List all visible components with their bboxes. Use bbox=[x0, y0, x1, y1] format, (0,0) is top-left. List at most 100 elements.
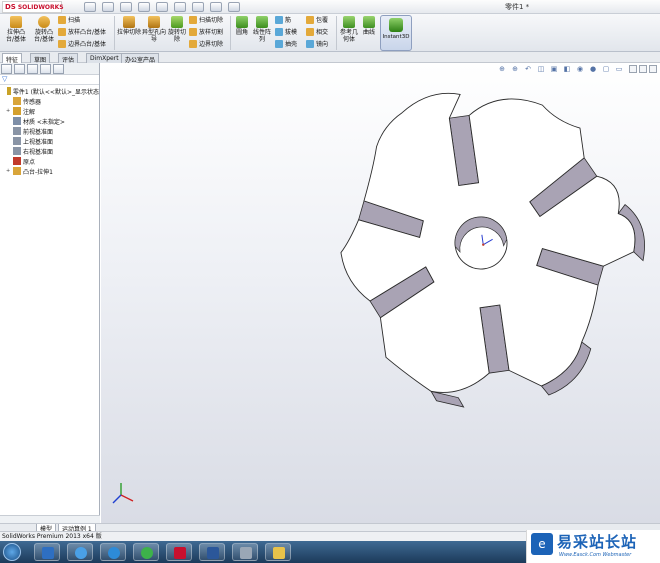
intersect-button[interactable]: 相交 bbox=[306, 28, 328, 36]
plane-icon bbox=[13, 127, 21, 135]
ribbon-separator bbox=[230, 16, 231, 50]
tree-item[interactable]: + 注解 bbox=[0, 106, 99, 116]
quick-access-toolbar bbox=[84, 2, 240, 12]
curves-button[interactable]: 曲线 bbox=[360, 16, 378, 36]
lofted-cut-button[interactable]: 放样切割 bbox=[189, 28, 223, 36]
revolve-cut-icon bbox=[171, 16, 183, 28]
configuration-manager-tab-icon[interactable] bbox=[27, 64, 38, 74]
title-bar: DS SOLIDWORKS 零件1 * bbox=[0, 0, 660, 14]
tree-item[interactable]: 上视基准面 bbox=[0, 136, 99, 146]
wrap-icon bbox=[306, 16, 314, 24]
revolved-boss-button[interactable]: 旋转凸台/基体 bbox=[31, 16, 57, 43]
tab-office-products[interactable]: 办公室产品 bbox=[121, 53, 160, 64]
save-icon[interactable] bbox=[120, 2, 132, 12]
solidworks-logo[interactable]: DS SOLIDWORKS bbox=[2, 1, 64, 13]
intersect-icon bbox=[306, 28, 314, 36]
tree-item-label: 传感器 bbox=[23, 98, 42, 106]
rebuild-icon[interactable] bbox=[192, 2, 204, 12]
wrap-label: 包覆 bbox=[316, 16, 329, 24]
taskbar-tools[interactable] bbox=[232, 543, 258, 561]
taskbar-media[interactable] bbox=[100, 543, 126, 561]
taskbar-explorer[interactable] bbox=[265, 543, 291, 561]
expand-toggle-icon[interactable]: + bbox=[6, 168, 11, 174]
dimxpert-manager-tab-icon[interactable] bbox=[40, 64, 51, 74]
feature-manager-tab-icon[interactable] bbox=[1, 64, 12, 74]
tab-evaluate[interactable]: 评估 bbox=[58, 53, 79, 64]
revolved-cut-button[interactable]: 旋转切除 bbox=[166, 16, 188, 43]
tree-item[interactable]: 零件1 (默认<<默认>_显示状态 bbox=[0, 86, 99, 96]
instant3d-icon bbox=[389, 18, 403, 32]
wrap-button[interactable]: 包覆 bbox=[306, 16, 328, 24]
boundary-boss-button[interactable]: 边界凸台/基体 bbox=[58, 40, 106, 48]
mirror-icon bbox=[306, 40, 314, 48]
options-icon[interactable] bbox=[228, 2, 240, 12]
mirror-button[interactable]: 镜向 bbox=[306, 40, 328, 48]
lofted-cut-icon bbox=[189, 28, 197, 36]
loft-boss-button[interactable]: 放样凸台/基体 bbox=[58, 28, 106, 36]
status-text: SolidWorks Premium 2013 x64 版 bbox=[2, 533, 102, 540]
boundary-cut-button[interactable]: 边界切除 bbox=[189, 40, 223, 48]
file-properties-icon[interactable] bbox=[210, 2, 222, 12]
extruded-cut-button[interactable]: 拉伸切除 bbox=[117, 16, 141, 36]
fillet-button[interactable]: 圆角 bbox=[233, 16, 251, 36]
taskbar-media-player[interactable] bbox=[34, 543, 60, 561]
hole-wizard-button[interactable]: 异型孔向导 bbox=[142, 16, 166, 43]
property-manager-tab-icon[interactable] bbox=[14, 64, 25, 74]
swept-cut-button[interactable]: 扫描切除 bbox=[189, 16, 223, 24]
extrude-cut-icon bbox=[123, 16, 135, 28]
taskbar-word[interactable] bbox=[199, 543, 225, 561]
rib-button[interactable]: 筋 bbox=[275, 16, 291, 24]
taskbar-browser[interactable] bbox=[133, 543, 159, 561]
tree-item[interactable]: 原点 bbox=[0, 156, 99, 166]
reference-geometry-button[interactable]: 参考几何体 bbox=[339, 16, 359, 43]
folder-icon bbox=[273, 547, 285, 559]
loft-icon bbox=[58, 28, 66, 36]
extruded-part[interactable] bbox=[321, 69, 660, 421]
display-manager-tab-icon[interactable] bbox=[53, 64, 64, 74]
model-canvas[interactable] bbox=[101, 63, 660, 523]
filter-icon[interactable]: ▽ bbox=[0, 75, 99, 85]
select-arrow-icon[interactable] bbox=[174, 2, 186, 12]
linear-pattern-button[interactable]: 线性阵列 bbox=[252, 16, 272, 43]
extruded-boss-label: 拉伸凸台/基体 bbox=[5, 29, 27, 43]
start-button[interactable] bbox=[3, 543, 21, 561]
rib-icon bbox=[275, 16, 283, 24]
print-icon[interactable] bbox=[138, 2, 150, 12]
tree-item[interactable]: + 凸台-拉伸1 bbox=[0, 166, 99, 176]
part-icon bbox=[6, 87, 11, 95]
reference-geometry-label: 参考几何体 bbox=[339, 29, 358, 43]
extruded-boss-button[interactable]: 拉伸凸台/基体 bbox=[3, 16, 29, 43]
boundary-cut-label: 边界切除 bbox=[199, 40, 224, 48]
panel-scroll-area[interactable] bbox=[0, 515, 100, 523]
reference-geometry-icon bbox=[343, 16, 355, 28]
draft-button[interactable]: 拔模 bbox=[275, 28, 297, 36]
tree-item[interactable]: 前视基准面 bbox=[0, 126, 99, 136]
taskbar-solidworks[interactable] bbox=[166, 543, 192, 561]
instant3d-button[interactable]: Instant3D bbox=[380, 15, 412, 51]
expand-toggle-icon[interactable]: + bbox=[6, 108, 11, 114]
tab-dimxpert[interactable]: DimXpert bbox=[86, 53, 123, 63]
tree-item[interactable]: 右视基准面 bbox=[0, 146, 99, 156]
graphics-area[interactable]: ⊕ ⊕ ↶ ◫ ▣ ◧ ◉ ● ▢ ▭ bbox=[101, 63, 660, 523]
site-watermark: e 易采站长站 Www.Easck.Com Webmaster bbox=[526, 530, 660, 563]
sweep-button[interactable]: 扫描 bbox=[58, 16, 80, 24]
undo-icon[interactable] bbox=[156, 2, 168, 12]
open-folder-icon[interactable] bbox=[102, 2, 114, 12]
new-document-icon[interactable] bbox=[84, 2, 96, 12]
material-icon bbox=[13, 117, 21, 125]
tree-item-label: 右视基准面 bbox=[23, 148, 54, 156]
revolved-boss-label: 旋转凸台/基体 bbox=[33, 29, 55, 43]
watermark-chinese-text: 易采站长站 bbox=[557, 533, 638, 551]
rib-label: 筋 bbox=[285, 16, 292, 24]
tree-item[interactable]: 材质 <未指定> bbox=[0, 116, 99, 126]
tab-sketch[interactable]: 草图 bbox=[30, 53, 51, 64]
tab-features[interactable]: 特征 bbox=[2, 53, 23, 64]
curves-icon bbox=[363, 16, 375, 28]
shell-label: 抽壳 bbox=[285, 40, 298, 48]
shell-button[interactable]: 抽壳 bbox=[275, 40, 297, 48]
linear-pattern-label: 线性阵列 bbox=[252, 29, 271, 43]
tree-item[interactable]: 传感器 bbox=[0, 96, 99, 106]
revolved-cut-label: 旋转切除 bbox=[167, 29, 186, 43]
taskbar-ie[interactable] bbox=[67, 543, 93, 561]
extrude-boss-icon bbox=[10, 16, 22, 28]
